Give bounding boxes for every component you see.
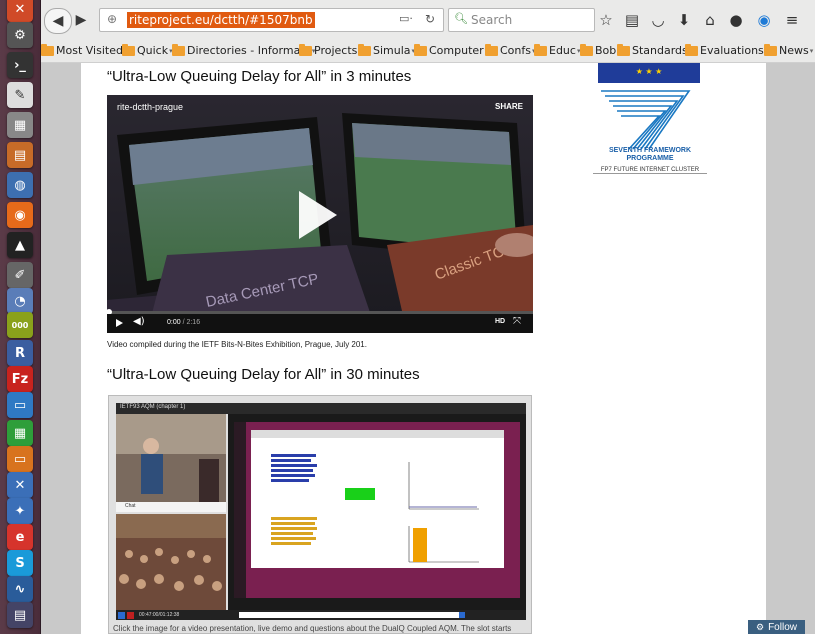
search-placeholder: Search [471,13,513,27]
folder-icon [358,43,371,56]
video-player-1[interactable]: Data Center TCP Classic TCP rite-dctth-p… [107,95,533,333]
text-editor-icon[interactable]: ✎ [7,82,33,108]
globe-icon: ⊕ [107,12,118,26]
web-page: “Ultra-Low Queuing Delay for All” in 3 m… [41,63,815,634]
home-icon[interactable]: ⌂ [700,10,720,30]
terminal-icon[interactable]: ›_ [7,52,33,78]
follow-icon: ⚙ [756,621,765,632]
email-icon[interactable]: e [7,524,33,550]
folder-icon [534,43,547,56]
rstudio-icon[interactable]: R [7,340,33,366]
workspace-icon[interactable]: ▤ [7,602,33,628]
back-button[interactable]: ◀ [44,8,72,34]
play-icon[interactable] [299,191,337,239]
video2-chat-label[interactable]: Chat [125,503,136,509]
browser-toolbar: ◀ ▶ ⊕ riteproject.eu/dctth/#1507bnb ▭· ↻… [41,0,815,41]
video-player-2[interactable]: IETF93 AQM (chapter 1) Chat 00:47:00/01:… [108,395,532,634]
bookmark-simula[interactable]: Simula▾ [358,43,415,57]
extension-icon[interactable]: ◉ [754,10,774,30]
section2-title: “Ultra-Low Queuing Delay for All” in 30 … [107,366,420,383]
calculator-icon[interactable]: ▦ [7,112,33,138]
share-button[interactable]: SHARE [495,102,523,111]
bookmark-directories[interactable]: Directories - Informa... ▾ [172,43,315,57]
bookmarks-bar: Most Visited▾ Quick▾ Directories - Infor… [41,40,815,63]
monitor-icon[interactable]: ∿ [7,576,33,602]
fp7-cluster-label: FP7 FUTURE INTERNET CLUSTER [593,167,707,174]
url-text[interactable]: riteproject.eu/dctth/#1507bnb [127,12,315,28]
video2-timestamp: 00:47:00/01:12:38 [139,612,180,618]
fullscreen-icon[interactable]: ⤧ [513,316,521,327]
bookmark-projects[interactable]: Projects▾ [299,43,362,57]
video1-caption: Video compiled during the IETF Bits-N-Bi… [107,340,367,349]
bookmark-quick[interactable]: Quick ▾ [122,43,173,57]
disk-icon[interactable]: ◔ [7,288,33,314]
forward-button[interactable]: ▶ [71,8,91,32]
presentation-icon[interactable]: ▤ [7,142,33,168]
reader-icon[interactable]: ▭· [399,12,413,25]
url-bar[interactable]: ⊕ riteproject.eu/dctth/#1507bnb ▭· ↻ [99,8,444,32]
bookmark-most-visited[interactable]: Most Visited▾ [41,43,127,57]
reading-list-icon[interactable]: ▤ [622,10,642,30]
bookmark-bob[interactable]: Bob▾ [580,43,621,57]
folder-icon [580,43,593,56]
bookmark-standards[interactable]: Standards▾ [617,43,692,57]
download-icon[interactable]: ⬇ [674,10,694,30]
folder-icon [122,43,135,56]
eu-flag-logo: ★ ★ ★ [598,63,700,83]
follow-button[interactable]: ⚙ Follow [748,620,805,634]
bookmark-news[interactable]: News ▾ [764,43,813,57]
reload-icon[interactable]: ↻ [425,12,435,26]
folder-icon [172,43,185,56]
fp7-title: SEVENTH FRAMEWORK PROGRAMME [608,147,692,162]
folder-icon [485,43,498,56]
menu-icon[interactable]: ≡ [782,10,802,30]
video2-caption: Click the image for a video presentation… [113,624,512,633]
network-icon[interactable]: ◍ [7,172,33,198]
section1-title: “Ultra-Low Queuing Delay for All” in 3 m… [107,68,412,85]
folder-icon [764,43,777,56]
pocket-icon[interactable]: ◡ [648,10,668,30]
bookmark-confs[interactable]: Confs▾ [485,43,536,57]
paint-icon[interactable]: ✐ [7,262,33,288]
document-icon[interactable]: ▭ [7,392,33,418]
search-input[interactable]: 🔍︎ Search [448,8,595,32]
folder-icon [414,43,427,56]
filezilla-icon[interactable]: Fz [7,366,33,392]
video2-stop-button[interactable] [127,612,134,619]
video1-time: 0:00 / 2:16 [167,319,201,326]
firefox-icon[interactable]: ◉ [7,202,33,228]
calculator-green-icon[interactable]: 000 [7,312,33,338]
impress-icon[interactable]: ▭ [7,446,33,472]
fp7-logo-graphic [601,90,691,150]
folder-icon [685,43,698,56]
bookmark-educ[interactable]: Educ ▾ [534,43,580,57]
chat-icon[interactable]: ✦ [7,498,33,524]
video2-header: IETF93 AQM (chapter 1) [116,403,526,414]
inkscape-icon[interactable]: ▲ [7,232,33,258]
folder-icon [299,43,312,56]
bookmark-star-icon[interactable]: ☆ [596,10,616,30]
page-content: “Ultra-Low Queuing Delay for All” in 3 m… [81,63,766,634]
chat-bubble-icon[interactable]: ● [726,10,746,30]
ubuntu-launcher: ✕ ⚙ ›_ ✎ ▦ ▤ ◍ ◉ ▲ ✐ ◔ 000 R Fz ▭ ▦ ▭ ✕ … [0,0,41,634]
volume-icon[interactable]: ◀) [133,316,145,327]
video2-play-button[interactable] [118,612,125,619]
spreadsheet-icon[interactable]: ▦ [7,420,33,446]
search-icon: 🔍︎ [454,12,468,25]
network-tools-icon[interactable]: ✕ [7,472,33,498]
settings-icon[interactable]: ⚙ [7,22,33,48]
dash-icon[interactable]: ✕ [7,0,33,22]
bookmark-evaluations[interactable]: Evaluations▾ [685,43,768,57]
play-small-icon[interactable] [116,319,123,327]
folder-icon [41,43,54,56]
video1-channel[interactable]: rite-dctth-prague [117,102,183,112]
skype-icon[interactable]: S [7,550,33,576]
video2-thumbnail [116,414,526,620]
hd-button[interactable]: HD [495,318,505,325]
folder-icon [617,43,630,56]
bookmark-computer[interactable]: Computer▾ [414,43,488,57]
